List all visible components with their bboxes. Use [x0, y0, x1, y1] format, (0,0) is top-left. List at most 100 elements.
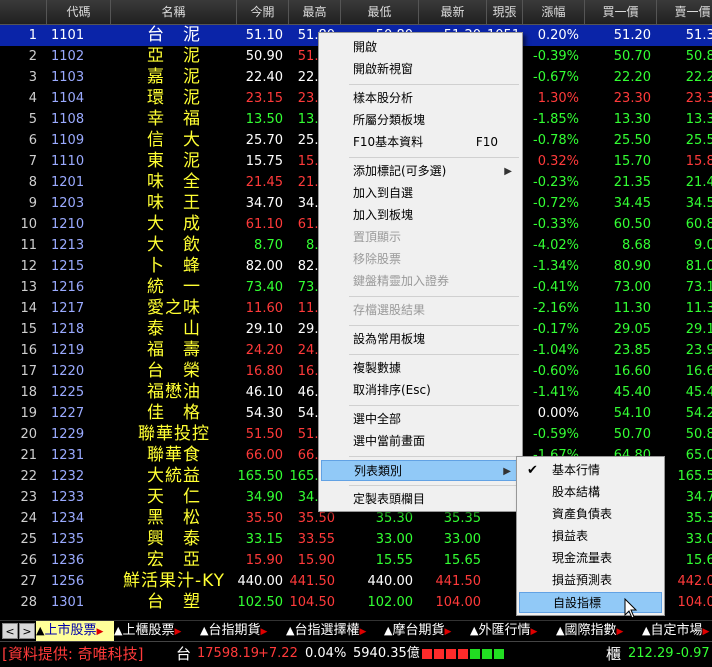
header-change-pct[interactable]: 漲幅	[523, 0, 585, 24]
cell-code: 1218	[51, 322, 85, 337]
taiex-index: 17598.19	[197, 646, 260, 661]
header-name[interactable]: 名稱	[111, 0, 237, 24]
cell-name: 東 泥	[147, 151, 201, 171]
submenu-item-label: 資產負債表	[552, 507, 613, 521]
cell-name: 宏 亞	[147, 550, 201, 570]
submenu-item-3[interactable]: 損益表	[519, 526, 662, 547]
cell-open: 440.00	[237, 574, 284, 589]
cell-name: 佳 格	[147, 403, 201, 423]
cell-change-pct: -1.04%	[533, 343, 579, 358]
cell-code: 1220	[51, 364, 85, 379]
tab-5[interactable]: ▲外匯行情▶	[470, 621, 556, 641]
menu-item-26[interactable]: 定製表頭欄目	[321, 489, 520, 510]
cell-high: 15.90	[297, 553, 335, 568]
menu-item-8[interactable]: 加入到自選	[321, 183, 520, 204]
cell-bid: 25.50	[613, 133, 651, 148]
menu-item-4[interactable]: 所屬分類板塊	[321, 110, 520, 131]
tab-4[interactable]: ▲摩台期貨▶	[384, 621, 470, 641]
cell-row-number: 7	[28, 154, 37, 169]
cell-open: 33.15	[245, 532, 283, 547]
cell-bid: 80.90	[613, 259, 651, 274]
cell-ask: 23.35	[685, 91, 712, 106]
submenu-item-0[interactable]: ✔ 基本行情	[519, 460, 662, 481]
cell-ask: 21.40	[685, 175, 712, 190]
cell-change-pct: -0.60%	[533, 364, 579, 379]
taiex-percent: 0.04%	[305, 646, 347, 661]
menu-item-16[interactable]: 設為常用板塊	[321, 329, 520, 350]
cell-change-pct: 0.00%	[537, 406, 579, 421]
header-open[interactable]: 今開	[237, 0, 289, 24]
cell-code: 1103	[51, 70, 85, 85]
cell-open: 15.75	[245, 154, 283, 169]
header-row-number[interactable]	[0, 0, 47, 24]
submenu-item-1[interactable]: 股本結構	[519, 482, 662, 503]
menu-item-7[interactable]: 添加標記(可多選) ▶	[321, 161, 520, 182]
cell-name: 泰 山	[147, 319, 201, 339]
cell-name: 興 泰	[147, 529, 201, 549]
header-bid[interactable]: 買一價	[585, 0, 657, 24]
header-last[interactable]: 最新	[419, 0, 487, 24]
cell-code: 1232	[51, 469, 85, 484]
tab-2[interactable]: ▲台指期貨▶	[200, 621, 286, 641]
menu-item-19[interactable]: 取消排序(Esc)	[321, 380, 520, 401]
menu-item-5[interactable]: F10基本資料 F10	[321, 132, 520, 153]
menu-item-18[interactable]: 複製數據	[321, 358, 520, 379]
cell-name: 福 壽	[147, 340, 201, 360]
submenu-item-6[interactable]: 自設指標	[519, 592, 662, 613]
taiex-change: +7.22	[258, 646, 298, 661]
menu-item-label: 鍵盤精靈加入證券	[353, 274, 450, 288]
tab-6[interactable]: ▲國際指數▶	[556, 621, 642, 641]
tabs-prev-button[interactable]: <	[2, 623, 18, 639]
menu-item-label: 定製表頭欄目	[353, 492, 426, 506]
submenu-item-4[interactable]: 現金流量表	[519, 548, 662, 569]
cell-row-number: 16	[20, 343, 37, 358]
menu-item-1[interactable]: 開啟新視窗	[321, 59, 520, 80]
header-high[interactable]: 最高	[289, 0, 341, 24]
cell-name: 鮮活果汁-KY	[122, 571, 226, 591]
header-code[interactable]: 代碼	[47, 0, 111, 24]
cell-code: 1256	[51, 574, 85, 589]
cell-bid: 15.70	[613, 154, 651, 169]
header-ask[interactable]: 賣一價	[657, 0, 712, 24]
menu-item-label: 添加標記(可多選)	[353, 164, 447, 178]
cell-row-number: 4	[28, 91, 37, 106]
breadth-block	[434, 649, 444, 659]
tabs-next-button[interactable]: >	[19, 623, 35, 639]
menu-item-9[interactable]: 加入到板塊	[321, 205, 520, 226]
cell-open: 51.50	[245, 427, 283, 442]
submenu-item-5[interactable]: 損益預測表	[519, 570, 662, 591]
cell-name: 亞 泥	[147, 46, 201, 66]
menu-item-label: 取消排序(Esc)	[353, 383, 431, 397]
cell-low: 440.00	[367, 574, 414, 589]
tab-3[interactable]: ▲台指選擇權▶	[286, 621, 384, 641]
menu-item-21[interactable]: 選中全部	[321, 409, 520, 430]
menu-separator	[349, 485, 519, 486]
cell-code: 1110	[51, 154, 85, 169]
menu-item-24[interactable]: 列表類別 ▶	[321, 460, 520, 481]
menu-item-3[interactable]: 樣本股分析	[321, 88, 520, 109]
submenu-item-2[interactable]: 資產負債表	[519, 504, 662, 525]
cell-open: 16.80	[245, 364, 283, 379]
cell-name: 愛之味	[147, 298, 201, 318]
cell-ask: 13.35	[685, 112, 712, 127]
cell-code: 1104	[51, 91, 85, 106]
header-volume[interactable]: 現張	[487, 0, 523, 24]
header-low[interactable]: 最低	[341, 0, 419, 24]
cell-ask: 33.05	[685, 532, 712, 547]
tab-1[interactable]: ▲上櫃股票▶	[114, 621, 200, 641]
cell-change-pct: 0.32%	[537, 154, 579, 169]
submenu-item-label: 股本結構	[552, 485, 601, 499]
cell-ask: 22.25	[685, 70, 712, 85]
menu-item-22[interactable]: 選中當前畫面	[321, 431, 520, 452]
menu-item-0[interactable]: 開啟	[321, 37, 520, 58]
cell-change-pct: -0.23%	[533, 175, 579, 190]
cell-row-number: 2	[28, 49, 37, 64]
cell-ask: 15.80	[685, 154, 712, 169]
tab-7[interactable]: ▲自定市場▶	[642, 621, 712, 641]
otc-change: -0.97	[676, 646, 710, 661]
cell-change-pct: -1.85%	[533, 112, 579, 127]
check-icon: ✔	[527, 463, 538, 478]
tab-0[interactable]: ▲上市股票▶	[36, 621, 114, 641]
cell-ask: 50.80	[685, 427, 712, 442]
cell-change-pct: -0.41%	[533, 280, 579, 295]
